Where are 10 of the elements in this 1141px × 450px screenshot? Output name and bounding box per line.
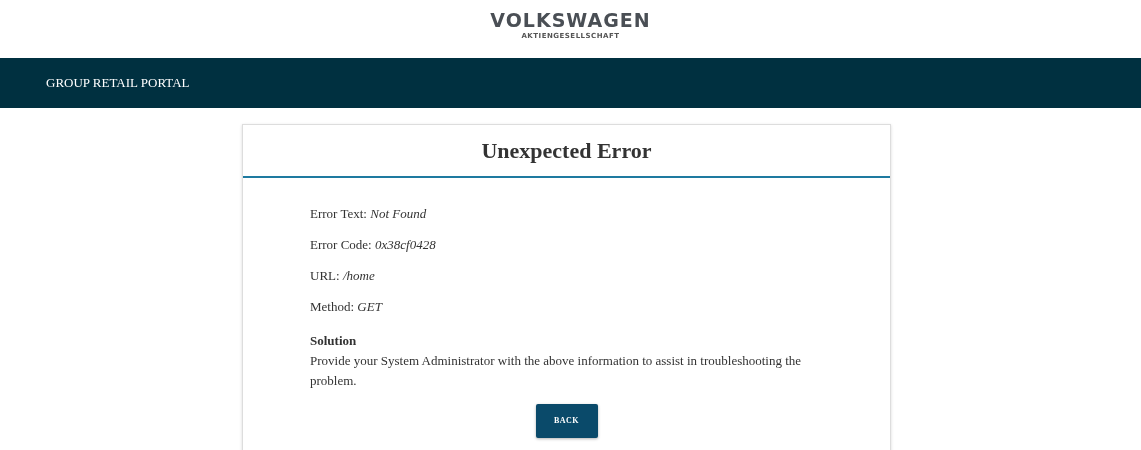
error-detail: URL: /home [310, 268, 375, 283]
solution-heading: Solution [310, 332, 358, 350]
solution-text: Provide your System Administrator with the above information to assist in troubleshooting the problem. [310, 352, 803, 390]
card-title: Unexpected Error [481, 137, 652, 165]
error-detail: Error Code: 0x38cf0428 [310, 237, 436, 252]
logo-wordmark: VOLKSWAGEN [490, 9, 651, 31]
portal-title: GROUP RETAIL PORTAL [46, 74, 190, 93]
error-detail: Error Text: Not Found [310, 206, 427, 221]
error-detail: Method: GET [310, 299, 382, 314]
back-button[interactable]: BACK [535, 404, 598, 438]
